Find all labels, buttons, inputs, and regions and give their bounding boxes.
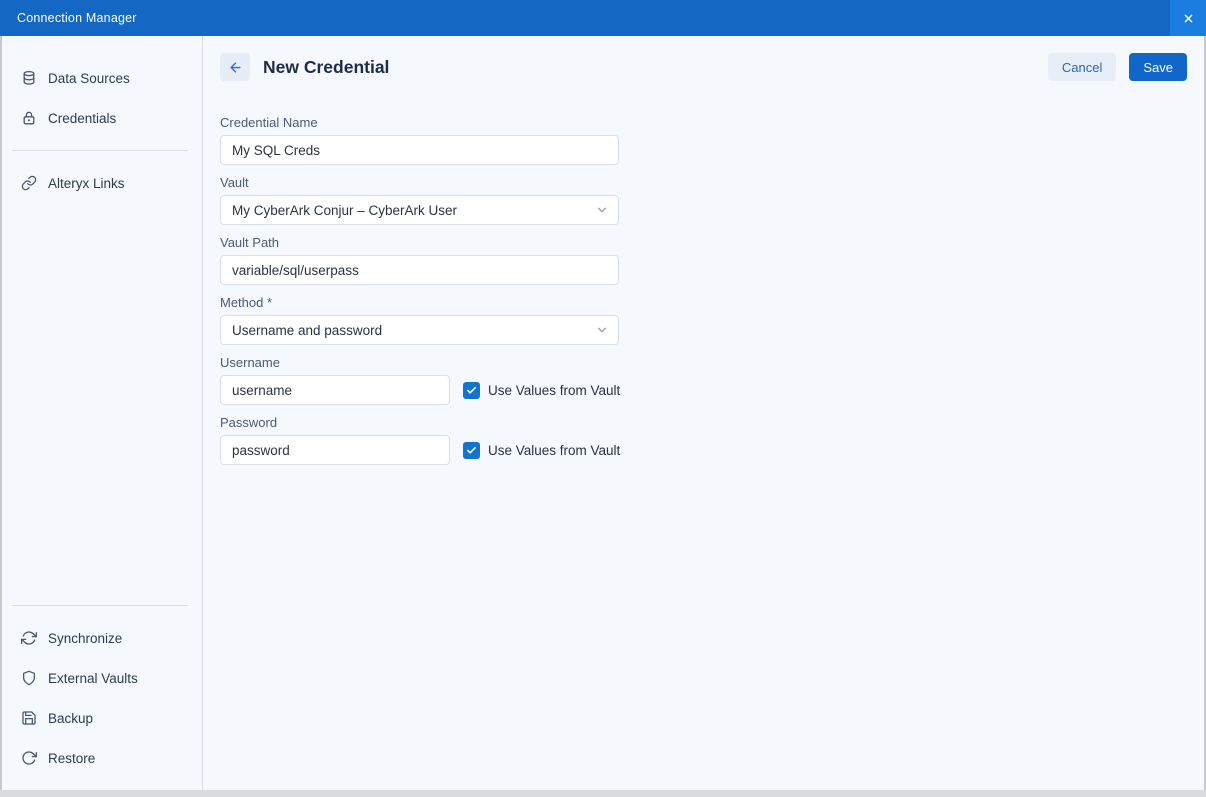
method-select-value: Username and password xyxy=(232,323,382,338)
window-body: Data Sources Credentials xyxy=(0,36,1206,790)
sidebar-item-label: Restore xyxy=(48,751,95,766)
chevron-down-icon xyxy=(595,203,609,217)
credential-name-label: Credential Name xyxy=(220,115,1187,130)
database-icon xyxy=(20,70,37,87)
page-title: New Credential xyxy=(263,57,389,78)
field-vault: Vault My CyberArk Conjur – CyberArk User xyxy=(220,175,1187,225)
sidebar-item-alteryx-links[interactable]: Alteryx Links xyxy=(2,163,202,203)
sync-icon xyxy=(20,630,37,647)
vault-path-label: Vault Path xyxy=(220,235,1187,250)
sidebar-item-data-sources[interactable]: Data Sources xyxy=(2,58,202,98)
sidebar-item-label: Alteryx Links xyxy=(48,176,125,191)
chevron-down-icon xyxy=(595,323,609,337)
sidebar-item-label: Data Sources xyxy=(48,71,130,86)
username-use-vault-checkbox[interactable]: Use Values from Vault xyxy=(463,382,620,399)
field-vault-path: Vault Path xyxy=(220,235,1187,285)
checkbox-checked-icon xyxy=(463,442,480,459)
password-label: Password xyxy=(220,415,1187,430)
password-input-row: Use Values from Vault xyxy=(220,435,1187,465)
username-input-row: Use Values from Vault xyxy=(220,375,1187,405)
vault-path-input[interactable] xyxy=(220,255,619,285)
sidebar-item-credentials[interactable]: Credentials xyxy=(2,98,202,138)
titlebar[interactable]: Connection Manager xyxy=(0,0,1206,36)
restore-icon xyxy=(20,750,37,767)
checkbox-checked-icon xyxy=(463,382,480,399)
back-button[interactable] xyxy=(220,53,250,81)
field-username: Username Use Values from Vault xyxy=(220,355,1187,405)
lock-icon xyxy=(20,110,37,127)
cancel-button[interactable]: Cancel xyxy=(1048,53,1116,81)
sidebar-item-label: Backup xyxy=(48,711,93,726)
field-credential-name: Credential Name xyxy=(220,115,1187,165)
checkbox-label[interactable]: Use Values from Vault xyxy=(488,443,620,458)
password-input[interactable] xyxy=(220,435,450,465)
credential-name-input[interactable] xyxy=(220,135,619,165)
arrow-left-icon xyxy=(228,60,243,75)
close-icon xyxy=(1183,13,1194,24)
sidebar-divider xyxy=(12,605,188,606)
sidebar-divider xyxy=(12,150,188,151)
vault-select[interactable]: My CyberArk Conjur – CyberArk User xyxy=(220,195,619,225)
header-actions: Cancel Save xyxy=(1048,53,1187,81)
window-title: Connection Manager xyxy=(0,11,137,25)
vault-select-value: My CyberArk Conjur – CyberArk User xyxy=(232,203,457,218)
close-button[interactable] xyxy=(1170,0,1206,36)
page-header: New Credential Cancel Save xyxy=(220,53,1187,81)
password-use-vault-checkbox[interactable]: Use Values from Vault xyxy=(463,442,620,459)
sidebar-item-external-vaults[interactable]: External Vaults xyxy=(2,658,202,698)
field-password: Password Use Values from Vault xyxy=(220,415,1187,465)
connection-manager-window: Connection Manager Data Sources xyxy=(0,0,1206,790)
backup-save-icon xyxy=(20,710,37,727)
username-input[interactable] xyxy=(220,375,450,405)
save-button[interactable]: Save xyxy=(1129,53,1187,81)
username-label: Username xyxy=(220,355,1187,370)
sidebar-item-label: Synchronize xyxy=(48,631,122,646)
shield-icon xyxy=(20,670,37,687)
main-content: New Credential Cancel Save Credential Na… xyxy=(203,36,1204,790)
sidebar-item-backup[interactable]: Backup xyxy=(2,698,202,738)
method-select[interactable]: Username and password xyxy=(220,315,619,345)
sidebar-item-label: External Vaults xyxy=(48,671,138,686)
vault-label: Vault xyxy=(220,175,1187,190)
sidebar: Data Sources Credentials xyxy=(2,36,203,790)
sidebar-item-restore[interactable]: Restore xyxy=(2,738,202,778)
sidebar-item-synchronize[interactable]: Synchronize xyxy=(2,618,202,658)
sidebar-item-label: Credentials xyxy=(48,111,116,126)
field-method: Method * Username and password xyxy=(220,295,1187,345)
checkbox-label[interactable]: Use Values from Vault xyxy=(488,383,620,398)
method-label: Method * xyxy=(220,295,1187,310)
sidebar-spacer xyxy=(2,203,202,593)
link-icon xyxy=(20,175,37,192)
